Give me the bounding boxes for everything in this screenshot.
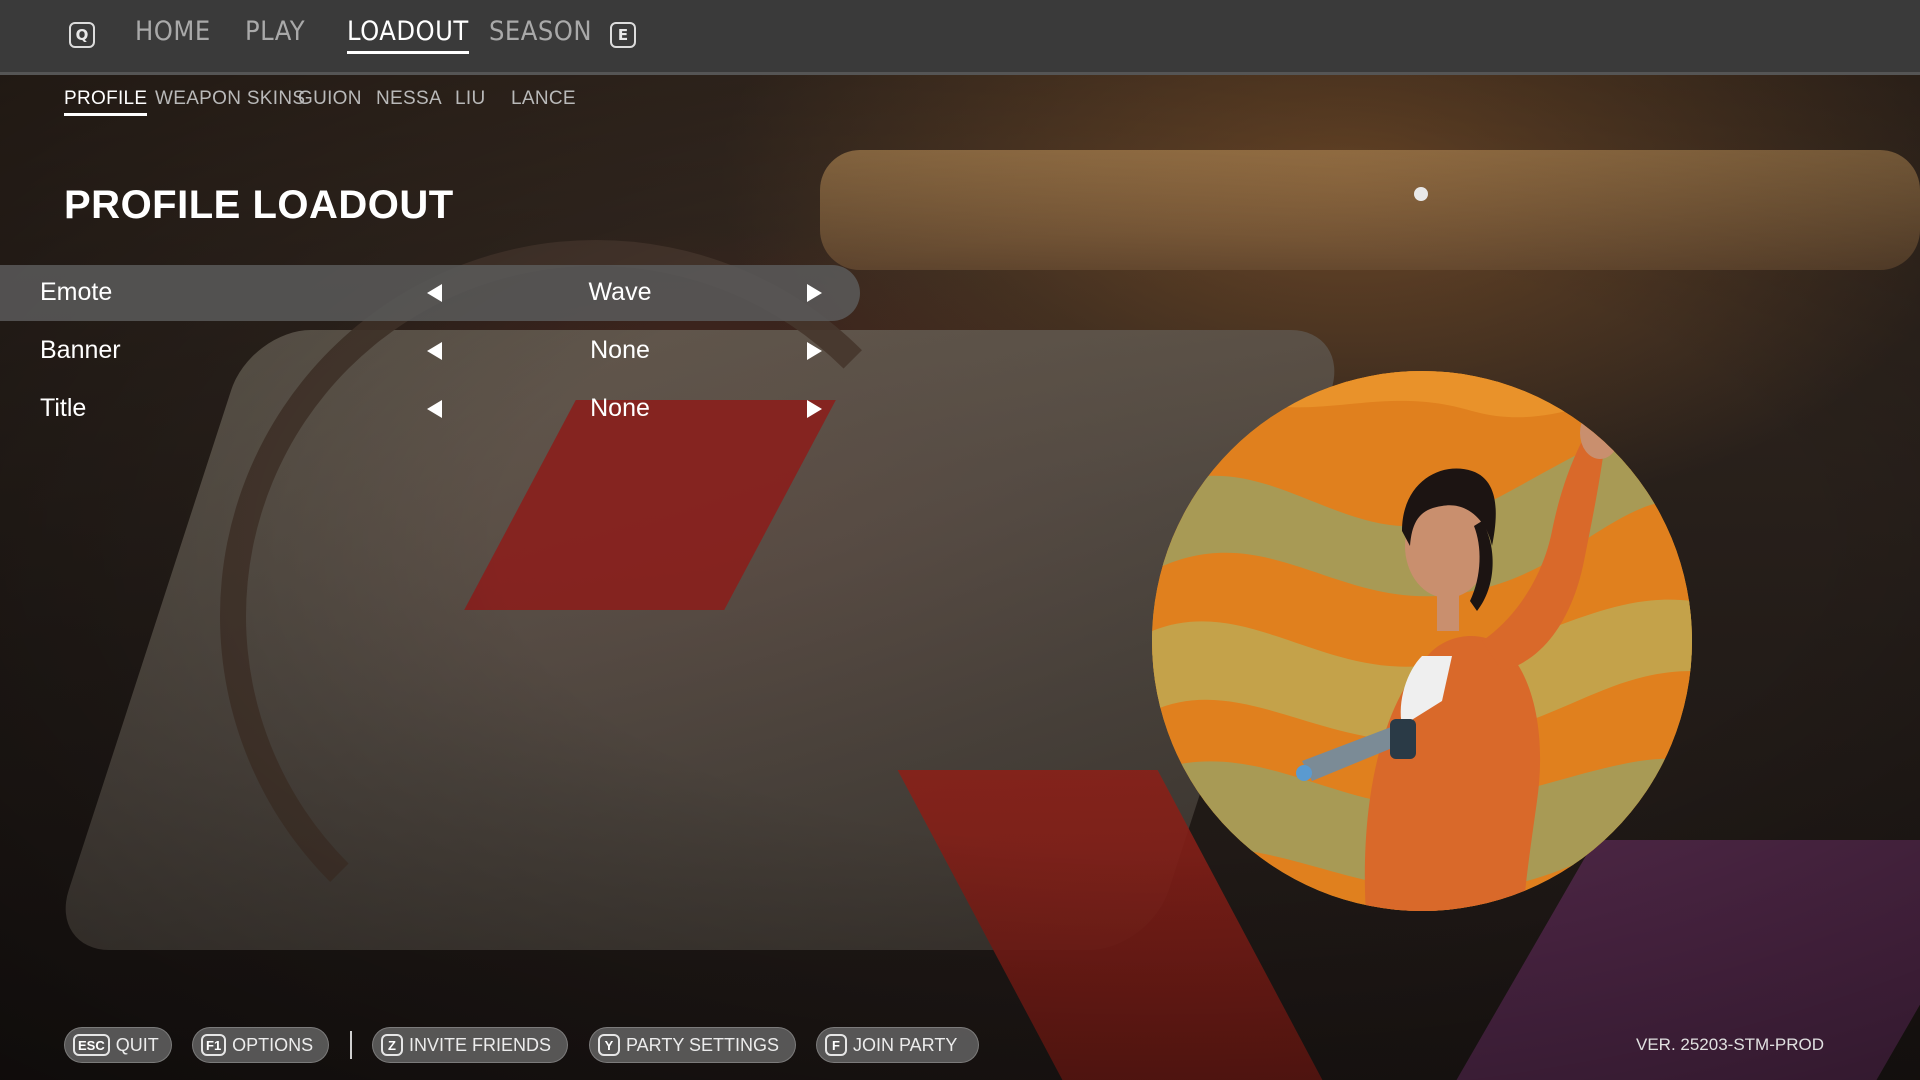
subtab-guion[interactable]: GUION	[298, 88, 362, 110]
f1-key-icon: F1	[201, 1034, 227, 1056]
right-triangle-icon[interactable]	[800, 279, 828, 307]
right-triangle-icon[interactable]	[800, 395, 828, 423]
quit-label: QUIT	[115, 1034, 159, 1055]
quit-button[interactable]: ESC QUIT	[64, 1027, 172, 1063]
subtab-nessa[interactable]: NESSA	[376, 88, 442, 110]
game-screen: Q HOME PLAY LOADOUT SEASON E PROFILE WEA…	[0, 0, 1920, 1080]
next-tab-key[interactable]: E	[610, 22, 636, 48]
top-nav-bar: Q HOME PLAY LOADOUT SEASON E	[0, 0, 1920, 75]
footer-divider	[350, 1031, 352, 1059]
left-triangle-icon[interactable]	[420, 337, 448, 365]
subtab-lance[interactable]: LANCE	[511, 88, 576, 110]
z-key-icon: Z	[381, 1034, 403, 1056]
prev-tab-key[interactable]: Q	[69, 22, 95, 48]
version-text: VER. 25203-STM-PROD	[1636, 1035, 1824, 1054]
subtab-profile[interactable]: PROFILE	[64, 88, 148, 116]
waypoint-dot	[1414, 187, 1428, 201]
option-row-banner[interactable]: Banner None	[0, 323, 860, 379]
tab-play[interactable]: PLAY	[245, 16, 305, 47]
character-portrait	[1152, 371, 1692, 911]
option-row-title[interactable]: Title None	[0, 381, 860, 437]
tab-loadout[interactable]: LOADOUT	[347, 16, 469, 54]
portrait-art	[1152, 371, 1692, 911]
party-settings-label: PARTY SETTINGS	[626, 1034, 780, 1055]
invite-friends-label: INVITE FRIENDS	[409, 1034, 552, 1055]
esc-key-icon: ESC	[73, 1034, 110, 1056]
invite-friends-button[interactable]: Z INVITE FRIENDS	[372, 1027, 568, 1063]
f-key-icon: F	[825, 1034, 847, 1056]
options-label: OPTIONS	[232, 1034, 314, 1055]
join-party-button[interactable]: F JOIN PARTY	[816, 1027, 979, 1063]
join-party-label: JOIN PARTY	[853, 1034, 958, 1055]
option-value: None	[590, 336, 650, 364]
options-button[interactable]: F1 OPTIONS	[192, 1027, 329, 1063]
option-label: Emote	[40, 278, 113, 306]
right-triangle-icon[interactable]	[800, 337, 828, 365]
tab-home[interactable]: HOME	[135, 16, 211, 47]
option-value: Wave	[588, 278, 652, 306]
left-triangle-icon[interactable]	[420, 279, 448, 307]
option-value: None	[590, 394, 650, 422]
subtab-liu[interactable]: LIU	[455, 88, 485, 110]
party-settings-button[interactable]: Y PARTY SETTINGS	[589, 1027, 796, 1063]
option-label: Banner	[40, 336, 121, 364]
option-label: Title	[40, 394, 87, 422]
subtab-weapon-skins[interactable]: WEAPON SKINS	[155, 88, 305, 110]
tab-season[interactable]: SEASON	[489, 16, 592, 47]
y-key-icon: Y	[598, 1034, 620, 1056]
option-row-emote[interactable]: Emote Wave	[0, 265, 860, 321]
page-title: PROFILE LOADOUT	[64, 183, 454, 227]
left-triangle-icon[interactable]	[420, 395, 448, 423]
